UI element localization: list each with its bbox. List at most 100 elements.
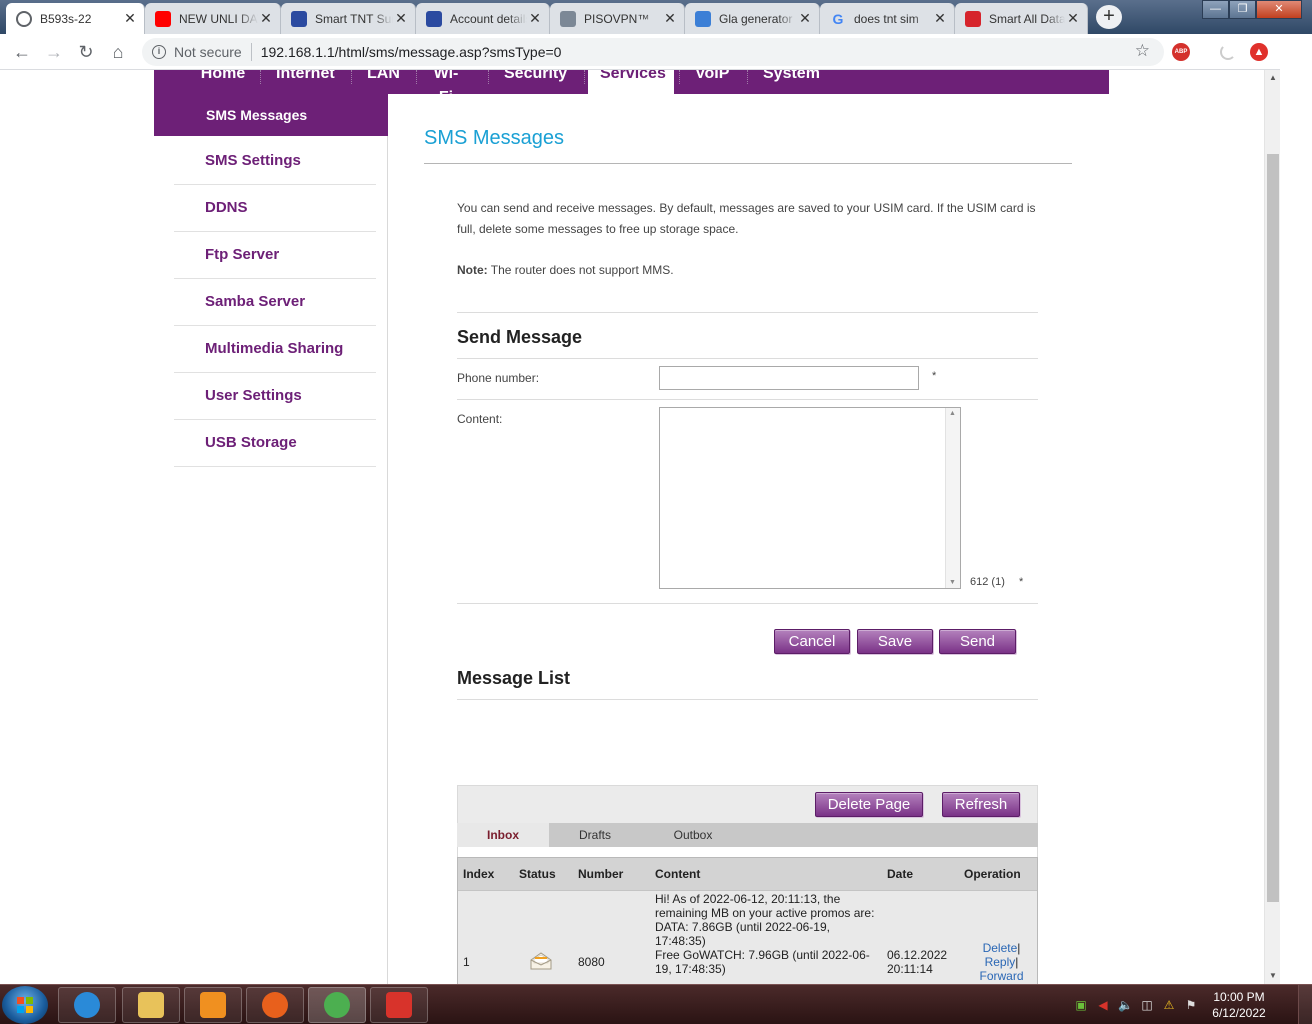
forward-link[interactable]: Forward bbox=[979, 969, 1023, 983]
tab-drafts[interactable]: Drafts bbox=[549, 823, 641, 847]
taskbar-app[interactable] bbox=[122, 987, 180, 1023]
column-header-index: Index bbox=[463, 867, 495, 881]
bookmark-star-icon[interactable]: ☆ bbox=[1135, 41, 1150, 61]
browser-tab[interactable]: Smart All Data ✕ bbox=[955, 3, 1088, 34]
taskbar-app[interactable] bbox=[246, 987, 304, 1023]
network-icon[interactable]: ◫ bbox=[1140, 998, 1154, 1012]
scroll-up-icon[interactable]: ▲ bbox=[1265, 70, 1281, 86]
browser-tab[interactable]: PISOVPN™ ✕ bbox=[550, 3, 685, 34]
close-tab-icon[interactable]: ✕ bbox=[1065, 10, 1081, 27]
back-arrow-icon[interactable]: ← bbox=[6, 36, 38, 68]
browser-tab[interactable]: Gla generator ✕ bbox=[685, 3, 820, 34]
url-text[interactable]: 192.168.1.1/html/sms/message.asp?smsType… bbox=[261, 44, 562, 60]
start-button[interactable] bbox=[2, 986, 48, 1024]
phone-number-input[interactable] bbox=[659, 366, 919, 390]
tab-outbox[interactable]: Outbox bbox=[647, 823, 739, 847]
warning-icon[interactable]: ⚠ bbox=[1162, 998, 1176, 1012]
scroll-down-icon[interactable]: ▼ bbox=[1265, 968, 1281, 984]
topnav-system[interactable]: System bbox=[751, 70, 829, 94]
browser-tab[interactable]: Account details ✕ bbox=[416, 3, 550, 34]
message-table: Index Status Number Content Date Operati… bbox=[457, 857, 1038, 984]
browser-tab[interactable]: B593s-22 ✕ bbox=[6, 3, 145, 34]
close-tab-icon[interactable]: ✕ bbox=[393, 10, 409, 27]
send-button[interactable]: Send bbox=[939, 629, 1016, 654]
maximize-button[interactable]: ❐ bbox=[1229, 0, 1256, 19]
close-tab-icon[interactable]: ✕ bbox=[527, 10, 543, 27]
info-icon[interactable]: i bbox=[152, 45, 166, 59]
adblock-plus-icon[interactable]: ABP bbox=[1172, 43, 1190, 61]
sidebar-item-ddns[interactable]: DDNS bbox=[174, 185, 376, 232]
close-tab-icon[interactable]: ✕ bbox=[932, 10, 948, 27]
divider bbox=[457, 358, 1038, 359]
refresh-button[interactable]: Refresh bbox=[942, 792, 1020, 817]
address-bar[interactable]: i Not secure 192.168.1.1/html/sms/messag… bbox=[142, 38, 1164, 66]
taskbar-app[interactable] bbox=[308, 987, 366, 1023]
op-separator: | bbox=[1015, 955, 1019, 969]
internet-explorer-icon bbox=[74, 992, 100, 1018]
page-title: SMS Messages bbox=[424, 127, 565, 149]
close-tab-icon[interactable]: ✕ bbox=[797, 10, 813, 27]
sidebar-item-multimedia-sharing[interactable]: Multimedia Sharing bbox=[174, 326, 376, 373]
topnav-internet[interactable]: Internet bbox=[264, 70, 342, 94]
sidebar-item-usb-storage[interactable]: USB Storage bbox=[174, 420, 376, 467]
phone-number-label: Phone number: bbox=[457, 371, 540, 385]
delete-page-button[interactable]: Delete Page bbox=[815, 792, 923, 817]
delete-link[interactable]: Delete bbox=[983, 941, 1018, 955]
tab-title: does tnt sim bbox=[854, 11, 919, 26]
page-scrollbar[interactable]: ▲ ▼ bbox=[1264, 70, 1280, 984]
taskbar-app[interactable] bbox=[370, 987, 428, 1023]
browser-tab[interactable]: NEW UNLI DATA✕ bbox=[145, 3, 281, 34]
cancel-button[interactable]: Cancel bbox=[774, 629, 850, 654]
reload-icon[interactable]: ↻ bbox=[70, 36, 102, 68]
topnav-lan[interactable]: LAN bbox=[355, 70, 403, 94]
volume-icon[interactable]: 🔈 bbox=[1118, 998, 1133, 1012]
close-tab-icon[interactable]: ✕ bbox=[122, 10, 138, 27]
minimize-button[interactable]: — bbox=[1202, 0, 1229, 19]
topnav-security[interactable]: Security bbox=[492, 70, 576, 94]
close-window-button[interactable]: ✕ bbox=[1256, 0, 1302, 19]
sidebar-item-samba-server[interactable]: Samba Server bbox=[174, 279, 376, 326]
network-status-icon[interactable]: ▣ bbox=[1074, 998, 1088, 1012]
browser-tab[interactable]: Smart TNT Surf ✕ bbox=[281, 3, 416, 34]
clock-date: 6/12/2022 bbox=[1212, 1006, 1266, 1020]
textarea-scrollbar[interactable]: ▲ ▼ bbox=[945, 408, 960, 588]
content-textarea[interactable]: ▲ ▼ bbox=[659, 407, 961, 589]
google-icon: G bbox=[832, 10, 844, 27]
update-extension-icon[interactable]: ▲ bbox=[1250, 43, 1268, 61]
scroll-up-icon[interactable]: ▲ bbox=[949, 410, 956, 417]
table-header: Index Status Number Content Date Operati… bbox=[458, 858, 1037, 891]
opened-envelope-icon[interactable] bbox=[530, 952, 552, 970]
home-icon[interactable]: ⌂ bbox=[102, 36, 134, 68]
loading-extension-icon[interactable] bbox=[1220, 44, 1236, 60]
scrollbar-thumb[interactable] bbox=[1267, 154, 1279, 902]
new-tab-button[interactable]: + bbox=[1096, 5, 1122, 29]
sidebar-item-ftp-server[interactable]: Ftp Server bbox=[174, 232, 376, 279]
topnav-voip[interactable]: VoIP bbox=[683, 70, 737, 94]
scroll-down-icon[interactable]: ▼ bbox=[949, 579, 956, 586]
save-button[interactable]: Save bbox=[857, 629, 933, 654]
close-tab-icon[interactable]: ✕ bbox=[662, 10, 678, 27]
tab-title: NEW UNLI DATA bbox=[179, 11, 258, 26]
media-player-icon bbox=[200, 992, 226, 1018]
topnav-home[interactable]: Home bbox=[188, 70, 258, 94]
taskbar-app[interactable] bbox=[58, 987, 116, 1023]
clock[interactable]: 10:00 PM 6/12/2022 bbox=[1206, 989, 1272, 1021]
sidebar-item-sms-messages[interactable]: SMS Messages bbox=[154, 94, 388, 136]
tab-inbox[interactable]: Inbox bbox=[457, 823, 549, 847]
sidebar-item-user-settings[interactable]: User Settings bbox=[174, 373, 376, 420]
topnav-services[interactable]: Services bbox=[588, 70, 674, 94]
forward-arrow-icon[interactable]: → bbox=[38, 36, 70, 68]
router-top-nav: Home Internet LAN Wi-Fi Security Services VoIP… bbox=[154, 70, 1109, 106]
topnav-divider bbox=[488, 70, 489, 84]
browser-tab[interactable]: Gdoes tnt sim ✕ bbox=[820, 3, 955, 34]
show-desktop-button[interactable] bbox=[1298, 985, 1312, 1024]
close-tab-icon[interactable]: ✕ bbox=[258, 10, 274, 27]
taskbar-app[interactable] bbox=[184, 987, 242, 1023]
sidebar-item-sms-settings[interactable]: SMS Settings bbox=[174, 138, 376, 185]
tray-arrow-icon[interactable]: ◀ bbox=[1096, 998, 1110, 1012]
row-date: 06.12.2022 20:11:14 bbox=[887, 948, 947, 976]
action-center-flag-icon[interactable]: ⚑ bbox=[1184, 998, 1198, 1012]
content-line: 19, 17:48:35) bbox=[655, 962, 726, 976]
topnav-wifi[interactable]: Wi-Fi bbox=[420, 70, 472, 106]
reply-link[interactable]: Reply bbox=[985, 955, 1016, 969]
